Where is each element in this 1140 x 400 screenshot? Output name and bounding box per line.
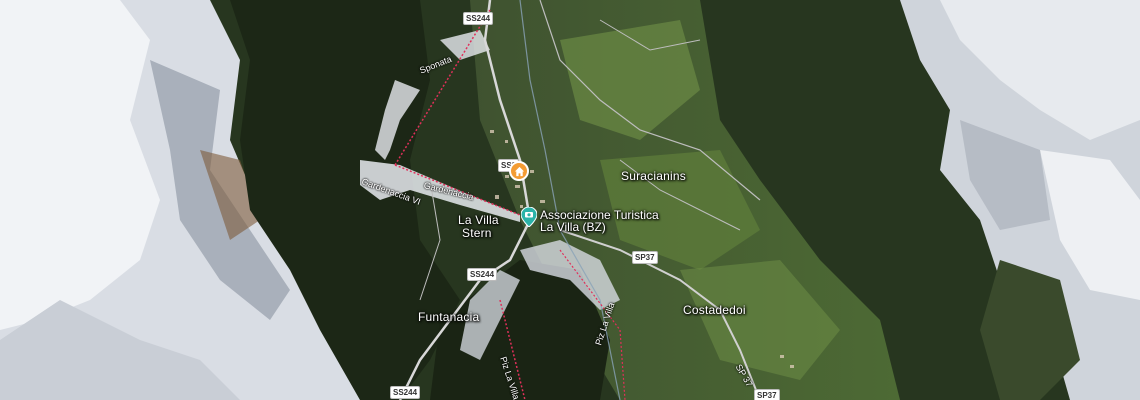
home-pin[interactable] — [509, 161, 529, 181]
road-shield-ss244-mid: SS244 — [467, 268, 498, 281]
camera-icon — [520, 206, 538, 228]
place-label-costadedoi[interactable]: Costadedoi — [683, 304, 746, 317]
tourism-office-label-line2[interactable]: La Villa (BZ) — [540, 221, 606, 233]
road-shield-sp37-bottom: SP37 — [754, 389, 780, 400]
home-icon — [514, 166, 524, 176]
road-shield-ss244-bottom: SS244 — [390, 386, 421, 399]
road-shield-sp37-mid: SP37 — [632, 251, 658, 264]
tourism-office-pin[interactable] — [520, 206, 538, 228]
satellite-map[interactable]: SS244 SS2 SS244 SS244 SP37 SP37 La Villa… — [0, 0, 1140, 400]
place-label-funtanacia[interactable]: Funtanacia — [418, 311, 479, 324]
place-label-stern[interactable]: Stern — [462, 227, 492, 240]
satellite-imagery — [0, 0, 1140, 400]
road-shield-ss244-top: SS244 — [463, 12, 494, 25]
place-label-suracianins[interactable]: Suracianins — [621, 170, 686, 183]
